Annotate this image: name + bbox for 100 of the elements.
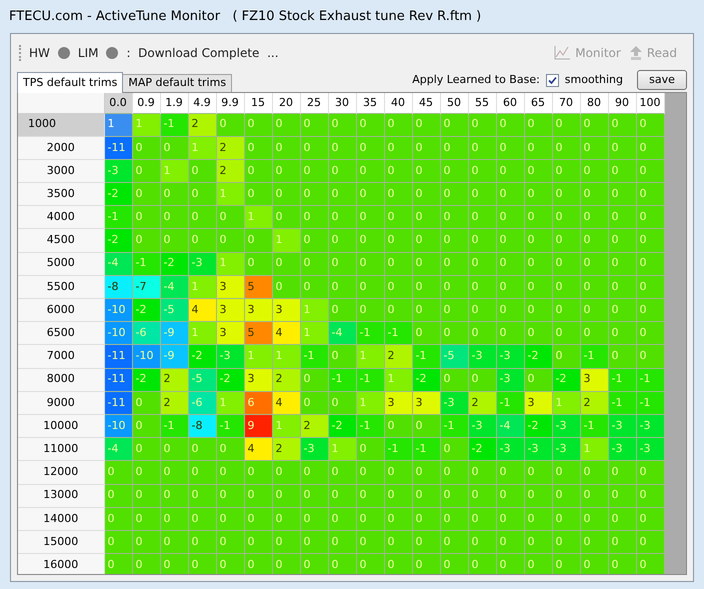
table-cell: 2 [580, 391, 608, 414]
table-cell: 0 [412, 460, 440, 484]
table-cell: 2 [160, 391, 188, 414]
table-cell: 2 [272, 438, 300, 461]
table-cell: 0 [608, 182, 636, 206]
table-cell: 0 [496, 113, 524, 136]
table-cell: 0 [552, 322, 580, 345]
table-cell: -2 [104, 182, 132, 206]
table-cell: 0 [356, 206, 384, 229]
table-cell: 0 [160, 438, 188, 461]
table-cell: 0 [328, 344, 356, 368]
indicator-label: LIM [78, 45, 98, 62]
table-cell: -5 [188, 368, 216, 392]
table-cell: 0 [636, 554, 664, 574]
table-cell: 4 [244, 438, 272, 461]
table-cell: 0 [412, 554, 440, 574]
table-cell: -1 [132, 252, 160, 276]
table-cell: 0 [300, 460, 328, 484]
table-cell: 0 [440, 298, 468, 322]
save-button[interactable]: save [637, 70, 687, 90]
table-cell: 0 [132, 507, 160, 530]
table-cell: 0 [244, 252, 272, 276]
table-cell: -1 [384, 438, 412, 461]
table-cell: 0 [524, 136, 552, 160]
table-cell: 0 [188, 460, 216, 484]
table-cell: 0 [216, 438, 244, 461]
column-header: 35 [356, 93, 384, 113]
table-cell: 0 [188, 438, 216, 461]
table-cell: 0 [160, 554, 188, 574]
table-cell: 0 [356, 507, 384, 530]
table-cell: 0 [188, 530, 216, 554]
table-cell: 0 [496, 228, 524, 252]
table-cell: -3 [552, 438, 580, 461]
table-cell: 0 [608, 298, 636, 322]
table-cell: 0 [132, 391, 160, 414]
table-cell: -2 [160, 252, 188, 276]
checkbox-label: smoothing [564, 72, 623, 88]
table-cell: 0 [272, 136, 300, 160]
table-cell: 0 [328, 252, 356, 276]
table-cell: 0 [216, 484, 244, 508]
table-cell: -5 [160, 298, 188, 322]
table-cell: 0 [468, 159, 496, 183]
table-cell: 0 [132, 228, 160, 252]
row-header: 13000 [18, 484, 104, 508]
table-cell: 1 [160, 159, 188, 183]
table-cell: 0 [104, 507, 132, 530]
table-cell: 1 [216, 391, 244, 414]
table-cell: 1 [216, 252, 244, 276]
table-cell: 0 [580, 275, 608, 298]
table-cell: 0 [552, 252, 580, 276]
table-cell: 0 [552, 344, 580, 368]
table-cell: 0 [300, 182, 328, 206]
tab[interactable]: TPS default trims [17, 72, 124, 93]
table-cell: 0 [160, 228, 188, 252]
table-cell: 0 [384, 159, 412, 183]
table-cell: 0 [552, 484, 580, 508]
table-cell: -7 [132, 275, 160, 298]
table-cell: 0 [160, 507, 188, 530]
table-cell: 0 [384, 136, 412, 160]
table-cell: 0 [580, 159, 608, 183]
table-cell: 0 [440, 252, 468, 276]
table-cell: -3 [104, 159, 132, 183]
tab[interactable]: MAP default trims [122, 74, 232, 92]
table-cell: 0 [636, 136, 664, 160]
table-cell: -2 [524, 344, 552, 368]
table-cell: 0 [524, 252, 552, 276]
table-cell: 0 [328, 182, 356, 206]
table-cell: 0 [188, 554, 216, 574]
table-cell: 0 [440, 322, 468, 345]
table-cell: 0 [384, 113, 412, 136]
table-cell: 0 [328, 460, 356, 484]
row-header: 12000 [18, 460, 104, 484]
table-cell: 0 [300, 391, 328, 414]
table-cell: 1 [300, 322, 328, 345]
table-cell: 0 [608, 344, 636, 368]
table-cell: 0 [412, 414, 440, 438]
smoothing-checkbox[interactable] [546, 74, 559, 86]
table-cell: 1 [244, 344, 272, 368]
table-cell: 0 [132, 136, 160, 160]
table-cell: -9 [160, 322, 188, 345]
table-cell: 1 [300, 298, 328, 322]
table-cell: 0 [356, 554, 384, 574]
table-cell: 4 [272, 322, 300, 345]
table-cell: 0 [272, 206, 300, 229]
table-cell: 0 [272, 460, 300, 484]
table-cell: 0 [300, 252, 328, 276]
table-cell: 0 [636, 530, 664, 554]
table-cell: 5 [244, 275, 272, 298]
indicator-label: HW [29, 45, 50, 62]
table-cell: -1 [580, 344, 608, 368]
table-cell: 0 [496, 182, 524, 206]
table-cell: 0 [440, 206, 468, 229]
table-cell: 0 [328, 530, 356, 554]
table-cell: 3 [412, 391, 440, 414]
table-cell: 1 [188, 136, 216, 160]
table-cell: 0 [244, 507, 272, 530]
table-cell: 0 [412, 298, 440, 322]
table-cell: 0 [272, 530, 300, 554]
table-cell: -1 [300, 344, 328, 368]
table-cell: 0 [384, 275, 412, 298]
